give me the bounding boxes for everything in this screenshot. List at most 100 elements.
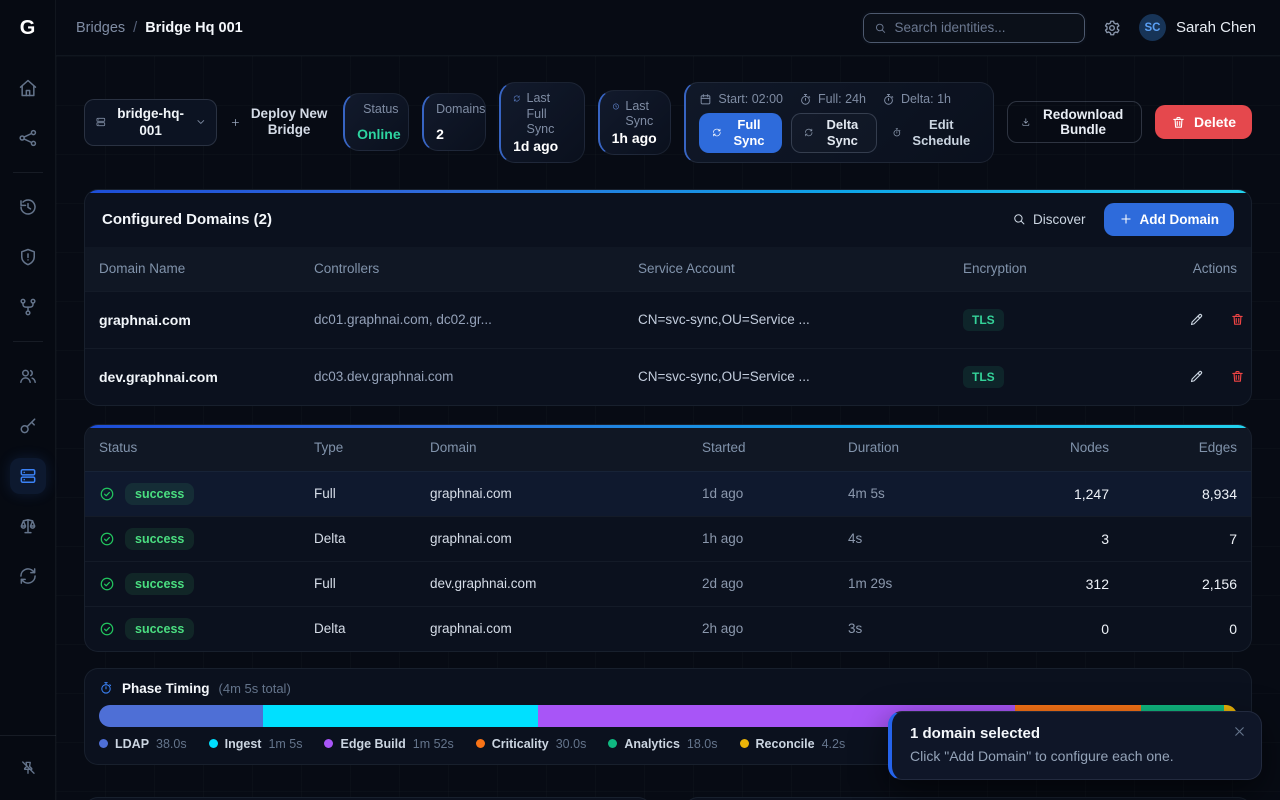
sidebar-nav (10, 70, 46, 721)
full-sync-label: Full Sync (729, 117, 769, 148)
timer-icon (99, 681, 113, 695)
breadcrumb-current: Bridge Hq 001 (145, 20, 243, 36)
timer-icon (892, 126, 902, 139)
sync-type: Full (314, 576, 430, 591)
delete-bridge-button[interactable]: Delete (1155, 105, 1252, 139)
app-logo[interactable]: G (0, 0, 56, 56)
sync-icon (18, 566, 38, 586)
server-icon (18, 466, 38, 486)
sync-duration: 1m 29s (848, 576, 979, 591)
legend-item: Analytics18.0s (608, 737, 717, 751)
server-icon (95, 115, 107, 129)
user-menu[interactable]: SC Sarah Chen (1139, 14, 1256, 41)
top-header: Bridges / Bridge Hq 001 SC Sarah Chen (56, 0, 1280, 56)
sidebar-item-governance[interactable] (10, 508, 46, 544)
sidebar-pin-toggle[interactable] (10, 750, 46, 786)
bridge-selector[interactable]: bridge-hq-001 (84, 99, 217, 146)
search-input[interactable] (895, 20, 1074, 35)
legend-name: Criticality (492, 737, 549, 751)
col-edges: Edges (1109, 440, 1237, 455)
sync-history-panel: Status Type Domain Started Duration Node… (84, 424, 1252, 652)
full-sync-button[interactable]: Full Sync (699, 113, 782, 152)
delete-domain-button[interactable] (1230, 312, 1245, 327)
sync-row[interactable]: success Full dev.graphnai.com 2d ago 1m … (85, 561, 1251, 606)
sync-row[interactable]: success Delta graphnai.com 2h ago 3s 0 0 (85, 606, 1251, 651)
sidebar-item-bridges[interactable] (10, 458, 46, 494)
sync-edges: 7 (1109, 531, 1237, 547)
sidebar-item-security[interactable] (10, 239, 46, 275)
sidebar-divider (13, 172, 43, 173)
breadcrumb-parent[interactable]: Bridges (76, 20, 125, 36)
sync-started: 2d ago (702, 576, 848, 591)
delete-domain-button[interactable] (1230, 369, 1245, 384)
sync-nodes: 1,247 (979, 486, 1109, 502)
toast-close-button[interactable] (1232, 724, 1247, 739)
configured-domains-panel: Configured Domains (2) Discover Add Doma… (84, 189, 1252, 406)
legend-name: Analytics (624, 737, 680, 751)
pencil-icon (1189, 312, 1204, 327)
app-root: G Bridges / Bridge Hq 001 (0, 0, 1280, 800)
trash-icon (1230, 369, 1245, 384)
domain-name: graphnai.com (99, 312, 314, 328)
sync-nodes: 0 (979, 621, 1109, 637)
edit-domain-button[interactable] (1189, 369, 1204, 384)
redownload-bundle-button[interactable]: Redownload Bundle (1007, 101, 1142, 143)
sync-type: Delta (314, 531, 430, 546)
sidebar-item-network[interactable] (10, 120, 46, 156)
sidebar-item-users[interactable] (10, 358, 46, 394)
discover-button[interactable]: Discover (1012, 212, 1086, 227)
legend-item: Reconcile4.2s (740, 737, 846, 751)
settings-button[interactable] (1103, 19, 1121, 37)
legend-dot (740, 739, 749, 748)
sidebar-item-home[interactable] (10, 70, 46, 106)
phase-segment (99, 705, 263, 727)
sync-nodes: 3 (979, 531, 1109, 547)
toast-notification: 1 domain selected Click "Add Domain" to … (888, 711, 1262, 780)
schedule-info: Start: 02:00 Full: 24h Delta: 1h (699, 92, 979, 106)
col-status: Status (99, 440, 314, 455)
last-sync-card: Last Sync 1h ago (598, 90, 672, 155)
sync-nodes: 312 (979, 576, 1109, 592)
legend-name: Reconcile (756, 737, 815, 751)
edit-schedule-button[interactable]: Edit Schedule (886, 114, 979, 151)
sync-started: 1d ago (702, 486, 848, 501)
toast-title: 1 domain selected (910, 725, 1243, 742)
delta-sync-button[interactable]: Delta Sync (791, 113, 877, 152)
sync-row[interactable]: success Full graphnai.com 1d ago 4m 5s 1… (85, 471, 1251, 516)
legend-item: Criticality30.0s (476, 737, 587, 751)
domain-controllers: dc03.dev.graphnai.com (314, 369, 638, 384)
sidebar-item-sync[interactable] (10, 558, 46, 594)
sidebar-footer (0, 721, 55, 800)
bridge-selector-value: bridge-hq-001 (115, 105, 187, 140)
sync-domain: graphnai.com (430, 621, 702, 636)
check-circle-icon (99, 576, 115, 592)
legend-name: Edge Build (340, 737, 405, 751)
domains-card: Domains 2 (422, 93, 486, 151)
sync-table-header: Status Type Domain Started Duration Node… (85, 425, 1251, 471)
status-badge: success (125, 573, 194, 595)
check-circle-icon (99, 621, 115, 637)
deploy-new-bridge-button[interactable]: Deploy New Bridge (230, 106, 330, 140)
sidebar-item-paths[interactable] (10, 289, 46, 325)
phase-timing-total: (4m 5s total) (219, 681, 291, 696)
sync-row[interactable]: success Delta graphnai.com 1h ago 4s 3 7 (85, 516, 1251, 561)
phase-timing-title: Phase Timing (122, 681, 210, 696)
last-full-sync-value: 1d ago (513, 138, 572, 154)
col-domain-name: Domain Name (99, 261, 314, 276)
add-domain-button[interactable]: Add Domain (1104, 203, 1235, 236)
legend-value: 1m 52s (413, 737, 454, 751)
col-service-account: Service Account (638, 261, 963, 276)
deploy-label: Deploy New Bridge (248, 106, 330, 140)
col-controllers: Controllers (314, 261, 638, 276)
legend-dot (99, 739, 108, 748)
col-actions: Actions (1189, 261, 1237, 276)
plus-icon (230, 115, 241, 130)
edit-domain-button[interactable] (1189, 312, 1204, 327)
status-card: Status Online (343, 93, 409, 151)
domain-controllers: dc01.graphnai.com, dc02.gr... (314, 312, 638, 327)
add-domain-label: Add Domain (1140, 212, 1220, 227)
domain-service-account: CN=svc-sync,OU=Service ... (638, 369, 963, 384)
sidebar-item-history[interactable] (10, 189, 46, 225)
trash-icon (1171, 115, 1186, 130)
sidebar-item-keys[interactable] (10, 408, 46, 444)
